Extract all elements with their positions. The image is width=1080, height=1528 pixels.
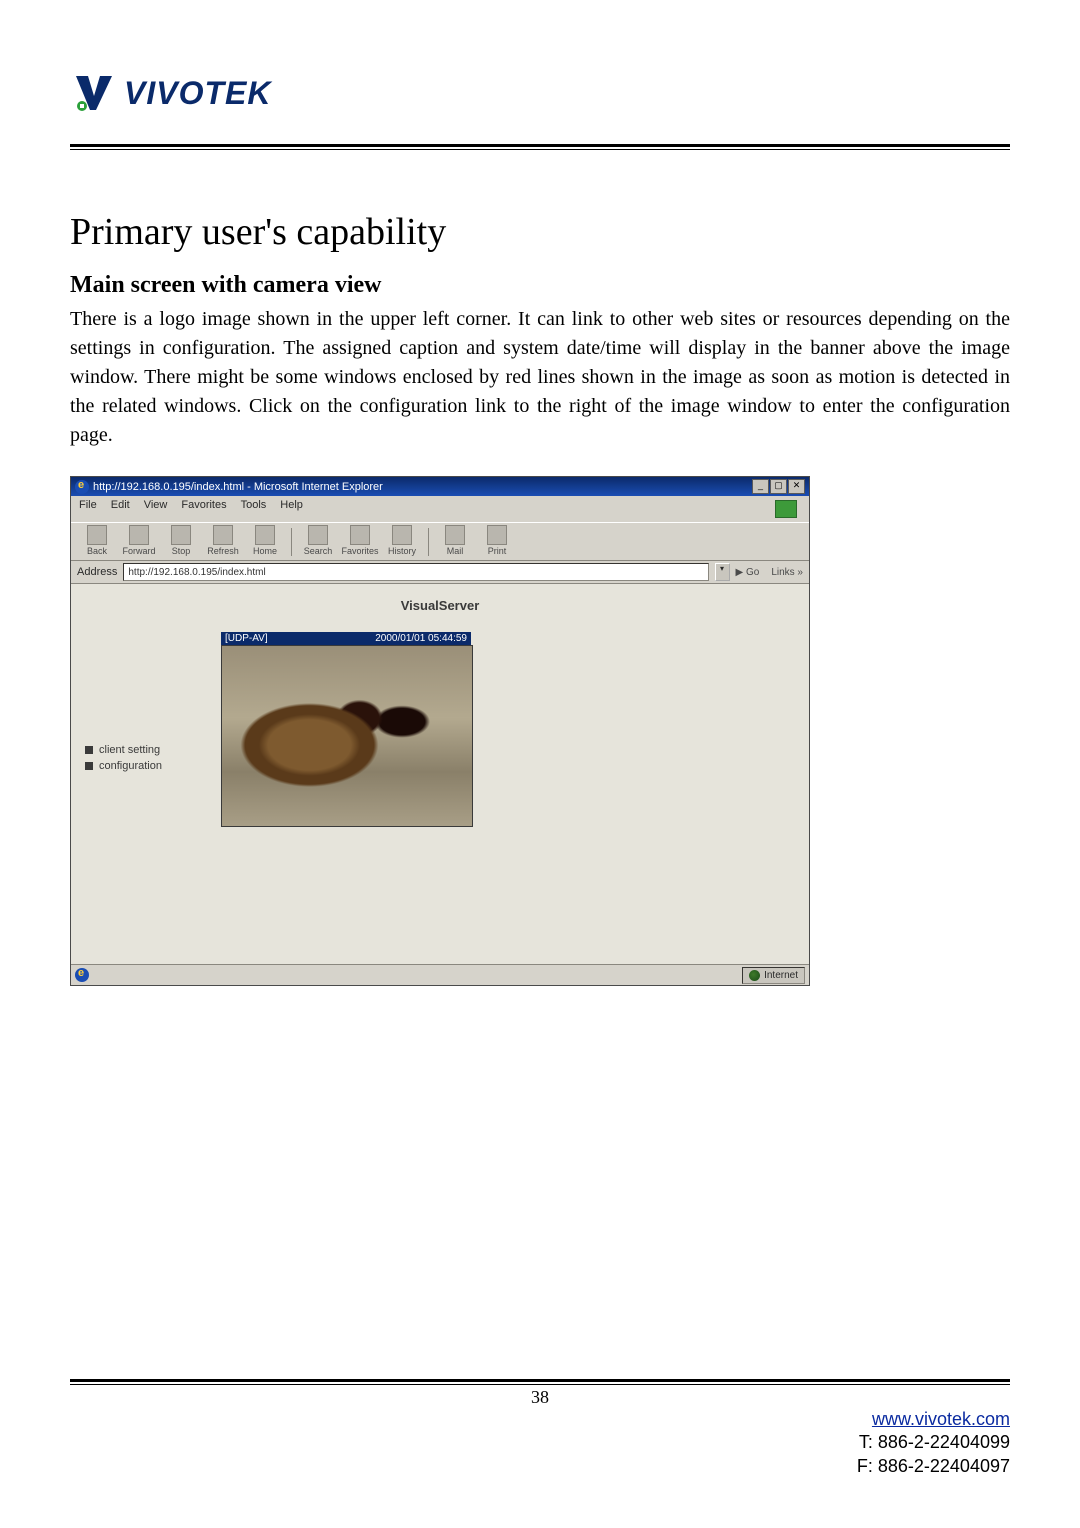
address-label: Address bbox=[77, 566, 117, 578]
section-paragraph: There is a logo image shown in the upper… bbox=[70, 305, 1010, 450]
home-button[interactable]: Home bbox=[245, 525, 285, 556]
close-button[interactable]: ✕ bbox=[788, 479, 805, 494]
page-content: VisualServer [UDP-AV] 2000/01/01 05:44:5… bbox=[71, 584, 809, 964]
page-footer: 38 www.vivotek.com T: 886-2-22404099 F: … bbox=[70, 1379, 1010, 1478]
menu-help[interactable]: Help bbox=[280, 499, 303, 519]
go-label[interactable]: ▶ Go bbox=[736, 567, 760, 578]
address-dropdown[interactable]: ▾ bbox=[715, 563, 730, 581]
mail-button[interactable]: Mail bbox=[435, 525, 475, 556]
window-title: http://192.168.0.195/index.html - Micros… bbox=[93, 481, 383, 493]
refresh-icon bbox=[213, 525, 233, 545]
browser-screenshot: http://192.168.0.195/index.html - Micros… bbox=[70, 476, 810, 986]
menu-tools[interactable]: Tools bbox=[241, 499, 267, 519]
link-client-setting[interactable]: client setting bbox=[85, 744, 162, 756]
address-input[interactable]: http://192.168.0.195/index.html bbox=[123, 563, 708, 581]
history-button[interactable]: History bbox=[382, 525, 422, 556]
ie-status-icon bbox=[75, 968, 89, 982]
page-number: 38 bbox=[70, 1387, 1010, 1408]
minimize-button[interactable]: _ bbox=[752, 479, 769, 494]
camera-protocol: [UDP-AV] bbox=[225, 633, 268, 644]
camera-image bbox=[221, 645, 473, 827]
back-button[interactable]: Back bbox=[77, 525, 117, 556]
side-links: client setting configuration bbox=[85, 744, 162, 776]
menu-view[interactable]: View bbox=[144, 499, 168, 519]
toolbar-separator bbox=[428, 528, 429, 556]
visualserver-banner: VisualServer bbox=[71, 584, 809, 613]
forward-button[interactable]: Forward bbox=[119, 525, 159, 556]
maximize-button[interactable]: ▢ bbox=[770, 479, 787, 494]
stop-button[interactable]: Stop bbox=[161, 525, 201, 556]
section-subtitle: Main screen with camera view bbox=[70, 272, 1010, 299]
toolbar: Back Forward Stop Refresh Home Search Fa… bbox=[71, 522, 809, 561]
status-bar: Internet bbox=[71, 964, 809, 985]
back-icon bbox=[87, 525, 107, 545]
links-label[interactable]: Links » bbox=[771, 567, 803, 578]
section-title: Primary user's capability bbox=[70, 210, 1010, 254]
footer-fax: F: 886-2-22404097 bbox=[857, 1456, 1010, 1476]
camera-window: [UDP-AV] 2000/01/01 05:44:59 bbox=[221, 632, 471, 827]
mail-icon bbox=[445, 525, 465, 545]
forward-icon bbox=[129, 525, 149, 545]
menu-file[interactable]: File bbox=[79, 499, 97, 519]
vivotek-logo-text: VIVOTEK bbox=[124, 75, 271, 112]
stop-icon bbox=[171, 525, 191, 545]
favorites-icon bbox=[350, 525, 370, 545]
bullet-icon bbox=[85, 762, 93, 770]
window-titlebar: http://192.168.0.195/index.html - Micros… bbox=[71, 477, 809, 496]
footer-rule bbox=[70, 1379, 1010, 1385]
footer-url[interactable]: www.vivotek.com bbox=[872, 1409, 1010, 1429]
menu-edit[interactable]: Edit bbox=[111, 499, 130, 519]
home-icon bbox=[255, 525, 275, 545]
vivotek-logo-icon bbox=[70, 70, 116, 116]
link-configuration[interactable]: configuration bbox=[85, 760, 162, 772]
globe-icon bbox=[749, 970, 760, 981]
security-zone: Internet bbox=[742, 967, 805, 984]
menu-bar: File Edit View Favorites Tools Help bbox=[71, 496, 809, 522]
search-button[interactable]: Search bbox=[298, 525, 338, 556]
history-icon bbox=[392, 525, 412, 545]
toolbar-separator bbox=[291, 528, 292, 556]
refresh-button[interactable]: Refresh bbox=[203, 525, 243, 556]
ie-icon bbox=[75, 480, 89, 494]
print-button[interactable]: Print bbox=[477, 525, 517, 556]
bullet-icon bbox=[85, 746, 93, 754]
page-header: VIVOTEK bbox=[70, 70, 1010, 116]
search-icon bbox=[308, 525, 328, 545]
print-icon bbox=[487, 525, 507, 545]
address-bar: Address http://192.168.0.195/index.html … bbox=[71, 561, 809, 584]
favorites-button[interactable]: Favorites bbox=[340, 525, 380, 556]
camera-timestamp: 2000/01/01 05:44:59 bbox=[375, 633, 467, 644]
throbber-icon bbox=[775, 500, 797, 518]
menu-favorites[interactable]: Favorites bbox=[181, 499, 226, 519]
footer-tel: T: 886-2-22404099 bbox=[859, 1432, 1010, 1452]
